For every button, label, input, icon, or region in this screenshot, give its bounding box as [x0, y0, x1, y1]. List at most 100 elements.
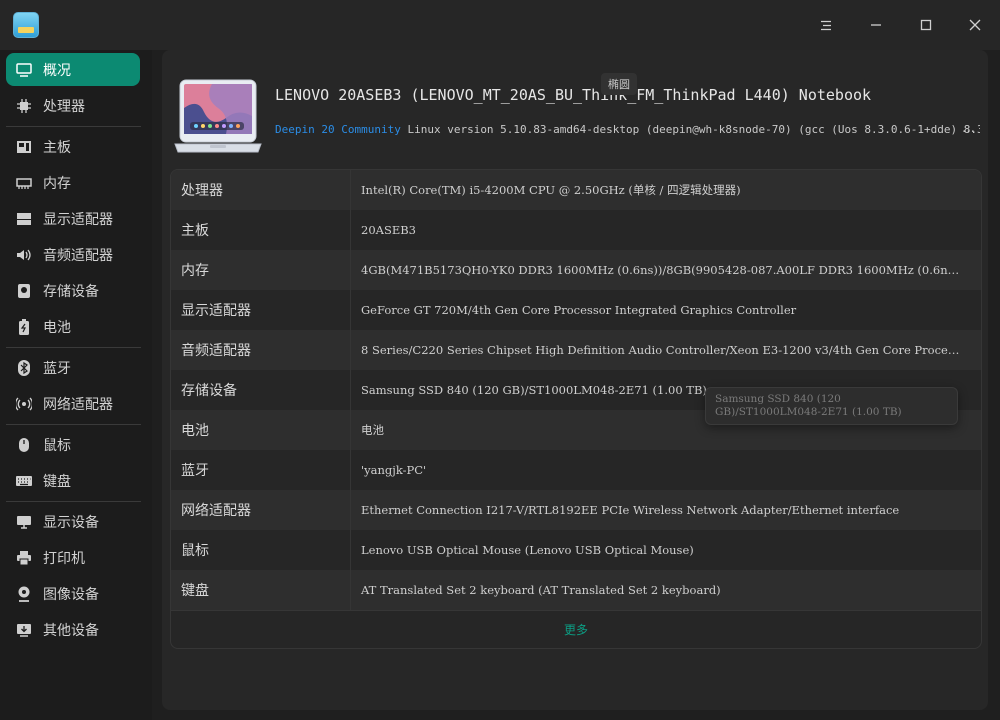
table-row: 蓝牙 'yangjk-PC': [171, 450, 981, 490]
row-value: GeForce GT 720M/4th Gen Core Processor I…: [361, 303, 797, 317]
more-link[interactable]: 更多: [564, 621, 588, 638]
sidebar-divider: [6, 501, 141, 502]
sidebar-item-cpu[interactable]: 处理器: [6, 89, 140, 122]
row-label: 蓝牙: [171, 450, 351, 490]
gpu-icon: [15, 210, 33, 228]
title-bar: [0, 0, 1000, 50]
row-label: 键盘: [171, 570, 351, 610]
sidebar-item-mouse[interactable]: 鼠标: [6, 428, 140, 461]
sidebar-item-overview[interactable]: 概况: [6, 53, 140, 86]
row-value: 8 Series/C220 Series Chipset High Defini…: [361, 343, 961, 357]
sidebar-item-battery[interactable]: 电池: [6, 310, 140, 343]
table-row: 键盘 AT Translated Set 2 keyboard (AT Tran…: [171, 570, 981, 610]
sidebar-divider: [6, 424, 141, 425]
row-value: Intel(R) Core(TM) i5-4200M CPU @ 2.50GHz…: [361, 183, 741, 197]
battery-icon: [15, 318, 33, 336]
sidebar-item-label: 鼠标: [43, 437, 71, 454]
table-row: 音频适配器 8 Series/C220 Series Chipset High …: [171, 330, 981, 370]
maximize-button[interactable]: [911, 10, 941, 40]
sidebar-item-keyboard[interactable]: 键盘: [6, 464, 140, 497]
sidebar-item-memory[interactable]: 内存: [6, 166, 140, 199]
hamburger-icon: [821, 20, 831, 30]
sidebar-item-label: 打印机: [43, 550, 85, 567]
os-link[interactable]: Deepin 20 Community: [275, 123, 401, 136]
monitor-icon: [15, 513, 33, 531]
sidebar-item-monitor[interactable]: 显示设备: [6, 505, 140, 538]
memory-icon: [15, 174, 33, 192]
row-value: 20ASEB3: [361, 223, 416, 237]
sidebar-item-label: 存储设备: [43, 283, 99, 300]
sidebar-divider: [6, 347, 141, 348]
table-row: 网络适配器 Ethernet Connection I217-V/RTL8192…: [171, 490, 981, 530]
app-logo-icon: [13, 12, 39, 38]
minimize-icon: [871, 24, 881, 26]
row-label: 处理器: [171, 170, 351, 210]
sidebar-item-motherboard[interactable]: 主板: [6, 130, 140, 163]
os-info-more[interactable]: …: [962, 121, 975, 136]
maximize-icon: [920, 19, 932, 31]
row-value: Ethernet Connection I217-V/RTL8192EE PCI…: [361, 503, 900, 517]
motherboard-icon: [15, 138, 33, 156]
sidebar-item-storage[interactable]: 存储设备: [6, 274, 140, 307]
sidebar-item-label: 概况: [43, 62, 71, 79]
os-info: Deepin 20 Community Linux version 5.10.8…: [275, 123, 980, 136]
sidebar-item-camera[interactable]: 图像设备: [6, 577, 140, 610]
more-row: 更多: [171, 610, 981, 648]
sidebar-item-label: 内存: [43, 175, 71, 192]
sidebar-item-label: 显示适配器: [43, 211, 113, 228]
row-label: 内存: [171, 250, 351, 290]
sidebar-item-gpu[interactable]: 显示适配器: [6, 202, 140, 235]
sidebar-item-label: 处理器: [43, 98, 85, 115]
sidebar-item-label: 其他设备: [43, 622, 99, 639]
sidebar-item-other[interactable]: 其他设备: [6, 613, 140, 646]
row-value: AT Translated Set 2 keyboard (AT Transla…: [361, 583, 721, 597]
row-label: 主板: [171, 210, 351, 250]
tooltip: Samsung SSD 840 (120 GB)/ST1000LM048-2E7…: [705, 387, 958, 425]
speaker-icon: [15, 246, 33, 264]
sidebar-item-label: 蓝牙: [43, 360, 71, 377]
printer-icon: [15, 549, 33, 567]
sidebar-item-label: 图像设备: [43, 586, 99, 603]
close-icon: [969, 19, 981, 31]
sidebar-item-bluetooth[interactable]: 蓝牙: [6, 351, 140, 384]
sidebar-item-label: 音频适配器: [43, 247, 113, 264]
menu-button[interactable]: [811, 10, 841, 40]
table-row: 处理器 Intel(R) Core(TM) i5-4200M CPU @ 2.5…: [171, 170, 981, 210]
hover-label: 椭圆: [601, 73, 637, 95]
row-label: 网络适配器: [171, 490, 351, 530]
sidebar-item-audio[interactable]: 音频适配器: [6, 238, 140, 271]
cpu-icon: [15, 97, 33, 115]
row-label: 存储设备: [171, 370, 351, 410]
table-row: 显示适配器 GeForce GT 720M/4th Gen Core Proce…: [171, 290, 981, 330]
row-label: 音频适配器: [171, 330, 351, 370]
other-devices-icon: [15, 621, 33, 639]
overview-icon: [15, 61, 33, 79]
row-value: 'yangjk-PC': [361, 463, 427, 477]
row-label: 电池: [171, 410, 351, 450]
sidebar-item-label: 电池: [43, 319, 71, 336]
sidebar-divider: [6, 126, 141, 127]
os-kernel-text: Linux version 5.10.83-amd64-desktop (dee…: [407, 123, 980, 136]
storage-icon: [15, 282, 33, 300]
row-label: 鼠标: [171, 530, 351, 570]
row-value: 4GB(M471B5173QH0-YK0 DDR3 1600MHz (0.6ns…: [361, 263, 961, 277]
laptop-icon: [174, 79, 262, 153]
table-row: 主板 20ASEB3: [171, 210, 981, 250]
camera-icon: [15, 585, 33, 603]
bluetooth-icon: [15, 359, 33, 377]
minimize-button[interactable]: [861, 10, 891, 40]
close-button[interactable]: [960, 10, 990, 40]
sidebar-item-network[interactable]: 网络适配器: [6, 387, 140, 420]
network-icon: [15, 395, 33, 413]
table-row: 内存 4GB(M471B5173QH0-YK0 DDR3 1600MHz (0.…: [171, 250, 981, 290]
row-label: 显示适配器: [171, 290, 351, 330]
mouse-icon: [15, 436, 33, 454]
table-row: 鼠标 Lenovo USB Optical Mouse (Lenovo USB …: [171, 530, 981, 570]
sidebar-item-label: 显示设备: [43, 514, 99, 531]
sidebar-item-label: 键盘: [43, 473, 71, 490]
sidebar-item-label: 主板: [43, 139, 71, 156]
sidebar-item-label: 网络适配器: [43, 396, 113, 413]
device-title: LENOVO 20ASEB3 (LENOVO_MT_20AS_BU_Think_…: [275, 86, 872, 104]
keyboard-icon: [15, 472, 33, 490]
sidebar-item-printer[interactable]: 打印机: [6, 541, 140, 574]
